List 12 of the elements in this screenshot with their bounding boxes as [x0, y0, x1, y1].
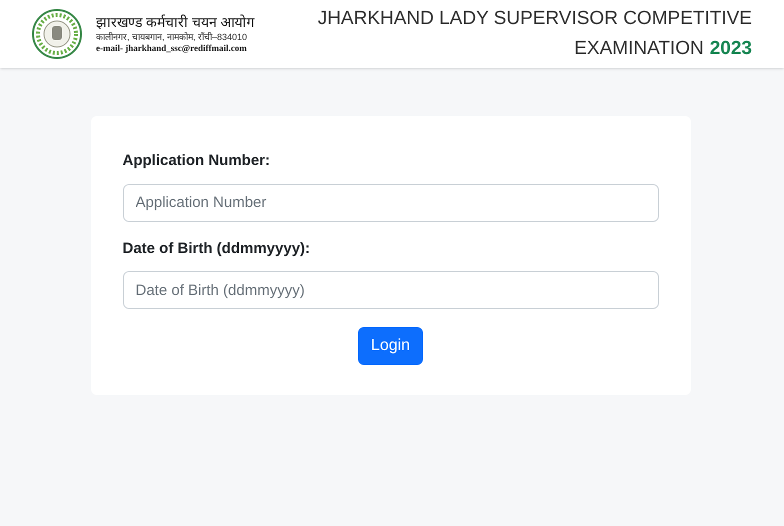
organization-address: कालीनगर, चायबगान, नामकोम, राँची–834010	[96, 32, 248, 43]
exam-title: JHARKHAND LADY SUPERVISOR COMPETITIVE	[318, 7, 752, 31]
exam-title: EXAMINATION	[574, 37, 704, 61]
input-field[interactable]: Date of Birth (ddmmyyyy)	[122, 271, 658, 309]
field-label: Date of Birth (ddmmyyyy):	[122, 238, 312, 258]
organization-name: झारखण्ड कर्मचारी चयन आयोग	[96, 14, 255, 32]
emblem-icon	[32, 9, 82, 59]
exam-year: 2023	[710, 37, 752, 61]
field-label: Application Number:	[122, 151, 272, 171]
login-button[interactable]: Login	[358, 327, 424, 365]
organization-email: e-mail- jharkhand_ssc@rediffmail.com	[96, 42, 248, 54]
input-field[interactable]: Application Number	[122, 184, 658, 222]
